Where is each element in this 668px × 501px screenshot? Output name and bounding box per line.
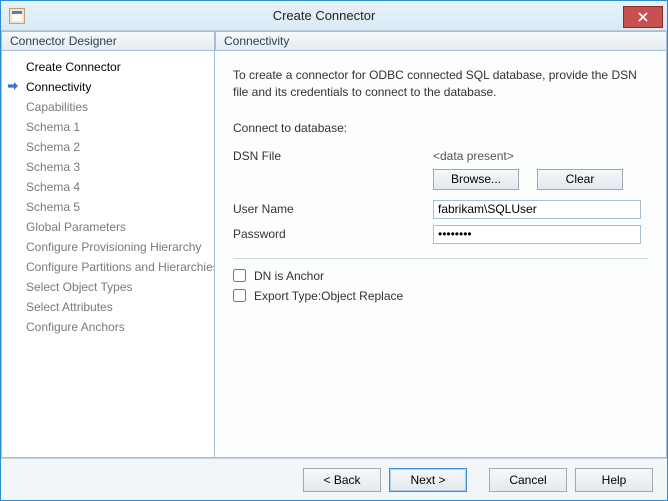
right-panel-title: Connectivity xyxy=(215,31,667,51)
section-label: Connect to database: xyxy=(233,121,648,135)
clear-button[interactable]: Clear xyxy=(537,169,623,190)
body: Create Connector Connectivity Capabiliti… xyxy=(1,51,667,458)
help-button[interactable]: Help xyxy=(575,468,653,492)
dn-anchor-checkbox[interactable] xyxy=(233,269,246,282)
dn-anchor-label: DN is Anchor xyxy=(254,269,324,283)
titlebar: Create Connector xyxy=(1,1,667,31)
close-button[interactable] xyxy=(623,6,663,28)
password-row: Password xyxy=(233,225,648,244)
username-label: User Name xyxy=(233,202,433,216)
nav-select-attributes[interactable]: Select Attributes xyxy=(2,297,214,317)
nav-connectivity[interactable]: Connectivity xyxy=(2,77,214,97)
dsn-row: DSN File <data present> xyxy=(233,149,648,163)
nav-schema-4[interactable]: Schema 4 xyxy=(2,177,214,197)
back-button[interactable]: < Back xyxy=(303,468,381,492)
panel-headers: Connector Designer Connectivity xyxy=(1,31,667,51)
browse-button[interactable]: Browse... xyxy=(433,169,519,190)
dsn-button-row: Browse... Clear xyxy=(433,169,648,190)
nav-schema-3[interactable]: Schema 3 xyxy=(2,157,214,177)
nav-select-object-types[interactable]: Select Object Types xyxy=(2,277,214,297)
password-input[interactable] xyxy=(433,225,641,244)
divider xyxy=(233,258,648,259)
dsn-label: DSN File xyxy=(233,149,433,163)
app-icon xyxy=(9,8,25,24)
wizard-footer: < Back Next > Cancel Help xyxy=(1,458,667,500)
export-type-row: Export Type:Object Replace xyxy=(233,289,648,303)
window-title: Create Connector xyxy=(25,8,623,23)
dn-anchor-row: DN is Anchor xyxy=(233,269,648,283)
nav-schema-1[interactable]: Schema 1 xyxy=(2,117,214,137)
cancel-button[interactable]: Cancel xyxy=(489,468,567,492)
intro-text: To create a connector for ODBC connected… xyxy=(233,67,648,101)
nav-configure-provisioning-hierarchy[interactable]: Configure Provisioning Hierarchy xyxy=(2,237,214,257)
left-panel-title: Connector Designer xyxy=(1,31,215,51)
nav-schema-5[interactable]: Schema 5 xyxy=(2,197,214,217)
nav-capabilities[interactable]: Capabilities xyxy=(2,97,214,117)
nav-configure-partitions-hierarchies[interactable]: Configure Partitions and Hierarchies xyxy=(2,257,214,277)
password-label: Password xyxy=(233,227,433,241)
main-panel: To create a connector for ODBC connected… xyxy=(215,51,667,458)
dialog-window: Create Connector Connector Designer Conn… xyxy=(0,0,668,501)
export-type-checkbox[interactable] xyxy=(233,289,246,302)
username-input[interactable] xyxy=(433,200,641,219)
username-row: User Name xyxy=(233,200,648,219)
nav-configure-anchors[interactable]: Configure Anchors xyxy=(2,317,214,337)
close-icon xyxy=(638,12,648,22)
next-button[interactable]: Next > xyxy=(389,468,467,492)
dsn-value: <data present> xyxy=(433,149,514,163)
export-type-label: Export Type:Object Replace xyxy=(254,289,403,303)
wizard-nav: Create Connector Connectivity Capabiliti… xyxy=(1,51,215,458)
nav-global-parameters[interactable]: Global Parameters xyxy=(2,217,214,237)
nav-create-connector[interactable]: Create Connector xyxy=(2,57,214,77)
nav-schema-2[interactable]: Schema 2 xyxy=(2,137,214,157)
